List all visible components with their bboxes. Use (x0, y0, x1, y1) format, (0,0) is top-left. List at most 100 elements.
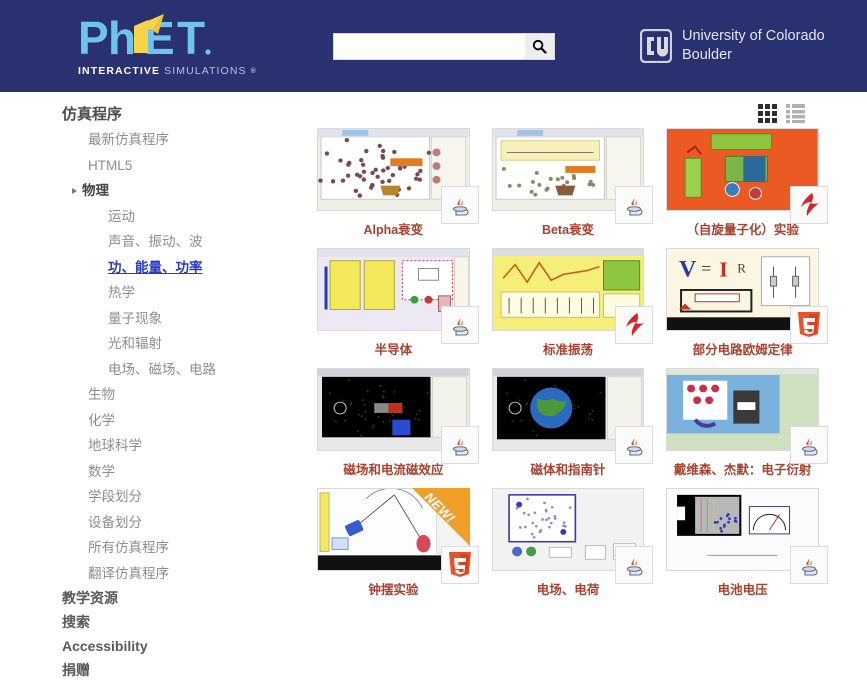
phet-logo-tagline: INTERACTIVE SIMULATIONS ® (78, 65, 256, 77)
sidebar-footer-list: 教学资源 搜索 Accessibility 捐赠 (0, 586, 295, 682)
html5-badge-icon (448, 551, 471, 577)
sidebar-item-13[interactable]: 数学 (0, 459, 295, 485)
sidebar-item-9[interactable]: 电场、磁场、电路 (0, 357, 295, 383)
svg-text:h: h (108, 12, 136, 62)
page-body: 仿真程序 最新仿真程序 HTML5 物理运动声音、振动、波 功、能量、功率热学 量子现象… (0, 92, 867, 677)
java-badge (615, 545, 654, 584)
simulation-card[interactable]: NEW! 钟摆实验 (317, 487, 479, 599)
view-toggle-group (295, 92, 849, 126)
simulation-title[interactable]: 戴维森、杰默：电子衍射 (674, 462, 812, 479)
simulation-title[interactable]: 半导体 (375, 342, 413, 359)
search-box[interactable] (333, 33, 555, 60)
simulation-title[interactable]: Beta衰变 (542, 222, 594, 239)
simulation-title[interactable]: （自旋量子化）实验 (686, 222, 799, 239)
simulation-title[interactable]: 部分电路欧姆定律 (693, 342, 793, 359)
simulation-thumbnail-wrap (491, 487, 654, 584)
sidebar-footer-item-2[interactable]: Accessibility (0, 634, 295, 658)
simulation-card[interactable]: Alpha衰变 (317, 128, 479, 239)
java-badge (440, 305, 479, 344)
university-line1: University of Colorado (682, 28, 825, 44)
simulation-title[interactable]: 磁体和指南针 (530, 462, 605, 479)
html5-badge-icon (798, 311, 820, 337)
logo-registered-mark: ® (250, 67, 257, 75)
search-button[interactable] (525, 34, 554, 59)
simulation-thumbnail-wrap (317, 367, 479, 464)
svg-text:I: I (720, 257, 729, 281)
logo-interactive-text: INTERACTIVE (78, 65, 161, 77)
sidebar-item-label: HTML5 (88, 157, 133, 173)
sidebar-item-16[interactable]: 所有仿真程序 (0, 535, 295, 561)
flash-badge-icon (801, 193, 819, 216)
java-badge-icon (627, 198, 643, 216)
sidebar-item-4[interactable]: 声音、振动、波 (0, 229, 295, 255)
flash-badge (790, 186, 828, 224)
java-badge (615, 186, 654, 224)
sidebar-item-12[interactable]: 地球科学 (0, 433, 295, 459)
java-badge-icon (627, 557, 643, 576)
flash-badge-icon (626, 312, 645, 336)
phet-logo-mark: P h E T (78, 12, 243, 62)
university-line2: Boulder (682, 47, 732, 64)
sidebar-footer-item-0[interactable]: 教学资源 (0, 586, 295, 610)
simulation-card[interactable]: Beta衰变 (491, 128, 654, 239)
list-view-icon[interactable] (786, 104, 805, 123)
site-header: P h E T INTERACTIVE SIMULATIONS ® Univer… (0, 0, 867, 92)
sidebar-footer-item-1[interactable]: 搜索 (0, 610, 295, 634)
sidebar-item-label: 运动 (108, 208, 135, 224)
simulation-card[interactable]: 磁场和电流磁效应 (317, 367, 479, 479)
simulation-card[interactable]: （自旋量子化）实验 (666, 128, 828, 239)
simulation-title[interactable]: 钟摆实验 (368, 582, 418, 599)
simulation-thumbnail-wrap (666, 128, 828, 224)
sidebar-item-1[interactable]: HTML5 (0, 153, 295, 179)
simulation-card[interactable]: 磁体和指南针 (491, 367, 654, 479)
java-badge-icon (452, 198, 469, 216)
sidebar-item-2[interactable]: 物理 (0, 178, 295, 204)
simulation-card[interactable]: 电池电压 (666, 487, 828, 599)
java-badge (790, 545, 828, 584)
flash-badge (615, 305, 654, 344)
sidebar-item-14[interactable]: 学段划分 (0, 484, 295, 510)
simulation-card[interactable]: 半导体 (317, 247, 479, 359)
simulation-thumbnail-wrap (666, 487, 828, 584)
sidebar-item-11[interactable]: 化学 (0, 408, 295, 434)
sidebar-item-3[interactable]: 运动 (0, 204, 295, 230)
sidebar-item-label: 设备划分 (88, 514, 142, 530)
svg-text:=: = (701, 258, 711, 278)
sidebar-item-label: 声音、振动、波 (108, 234, 203, 249)
simulation-title[interactable]: 电场、电荷 (537, 582, 600, 599)
main-content: Alpha衰变 Beta衰变 （自旋量子化）实验 半导体 标准振荡 V = I R 部分电路欧姆定… (295, 92, 867, 676)
simulation-card[interactable]: V = I R 部分电路欧姆定律 (666, 247, 828, 359)
sidebar-footer-item-3[interactable]: 捐赠 (0, 658, 295, 682)
simulation-card[interactable]: 电场、电荷 (491, 487, 654, 599)
simulation-title[interactable]: 磁场和电流磁效应 (343, 462, 443, 479)
sidebar-item-label: 光和辐射 (108, 336, 162, 351)
sidebar-item-17[interactable]: 翻译仿真程序 (0, 561, 295, 587)
sidebar-item-0[interactable]: 最新仿真程序 (0, 127, 295, 153)
sidebar-item-15[interactable]: 设备划分 (0, 510, 295, 536)
simulation-thumbnail-wrap (491, 247, 654, 344)
sidebar-item-label: 翻译仿真程序 (88, 565, 169, 581)
sidebar-title: 仿真程序 (62, 106, 123, 123)
sidebar-item-5[interactable]: 功、能量、功率 (0, 255, 295, 281)
java-badge (790, 425, 828, 464)
simulation-title[interactable]: 电池电压 (718, 582, 768, 599)
simulation-card[interactable]: 戴维森、杰默：电子衍射 (666, 367, 828, 479)
simulation-thumbnail-wrap: NEW! (317, 487, 479, 584)
sidebar-item-6[interactable]: 热学 (0, 280, 295, 306)
grid-view-icon[interactable] (758, 104, 777, 123)
phet-wordmark-icon: P h E T (78, 12, 211, 62)
sidebar-item-7[interactable]: 量子现象 (0, 306, 295, 332)
phet-logo[interactable]: P h E T INTERACTIVE SIMULATIONS ® (78, 12, 256, 77)
search-input[interactable] (334, 34, 525, 59)
simulation-card[interactable]: 标准振荡 (491, 247, 654, 359)
sidebar-item-10[interactable]: 生物 (0, 382, 295, 408)
sidebar-item-8[interactable]: 光和辐射 (0, 331, 295, 357)
java-badge-icon (627, 437, 643, 456)
java-badge (615, 425, 654, 464)
sidebar-item-label: 功、能量、功率 (108, 259, 203, 275)
simulation-thumbnail-wrap (491, 367, 654, 464)
university-logo[interactable]: University of Colorado Boulder (640, 27, 825, 65)
simulation-title[interactable]: 标准振荡 (543, 342, 593, 359)
simulation-title[interactable]: Alpha衰变 (363, 222, 423, 239)
java-badge-icon (802, 437, 818, 456)
